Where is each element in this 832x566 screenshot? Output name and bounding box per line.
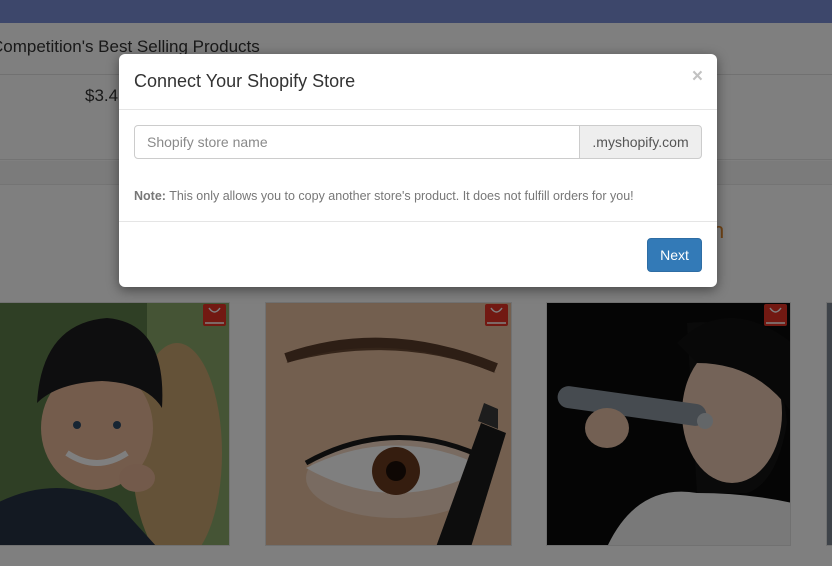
note-label: Note: [134, 189, 166, 203]
store-name-input-group: .myshopify.com [134, 125, 702, 159]
note-text: This only allows you to copy another sto… [165, 189, 634, 203]
myshopify-domain-suffix: .myshopify.com [579, 125, 702, 159]
connect-store-modal: Connect Your Shopify Store × .myshopify.… [119, 54, 717, 287]
store-name-input[interactable] [134, 125, 580, 159]
disclaimer-note: Note: This only allows you to copy anoth… [134, 189, 634, 203]
modal-title: Connect Your Shopify Store [134, 71, 356, 91]
modal-header: Connect Your Shopify Store × [119, 54, 717, 110]
modal-body: .myshopify.com Note: This only allows yo… [119, 110, 717, 222]
close-icon[interactable]: × [692, 66, 703, 88]
next-button[interactable]: Next [647, 238, 702, 272]
